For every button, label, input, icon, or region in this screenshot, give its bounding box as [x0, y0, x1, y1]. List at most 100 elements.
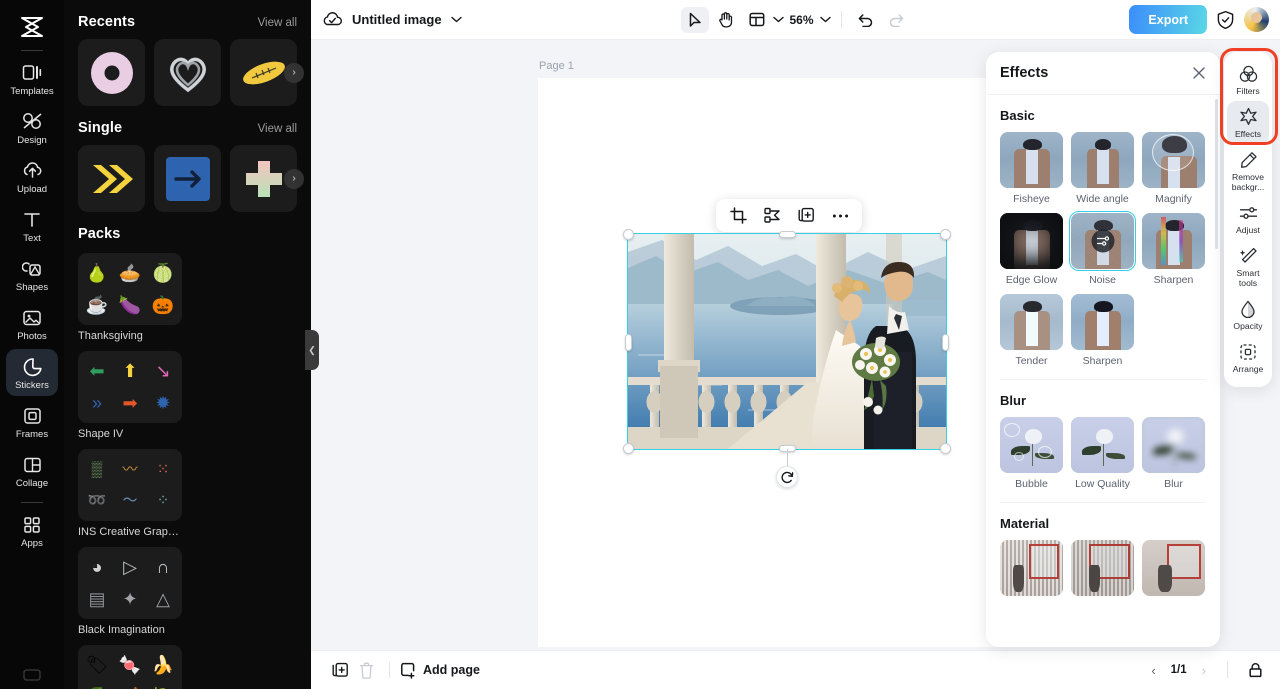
- effect-item[interactable]: Magnify: [1142, 132, 1205, 205]
- crop-button[interactable]: [723, 202, 753, 229]
- effect-item[interactable]: Sharpen: [1142, 213, 1205, 286]
- tool-filters[interactable]: Filters: [1227, 58, 1269, 101]
- pack-item[interactable]: ⬅ ⬆ ↘ » ➡ ✹ Shape IV: [78, 351, 182, 440]
- redo-button[interactable]: [883, 7, 911, 33]
- export-button[interactable]: Export: [1129, 5, 1207, 34]
- effect-item[interactable]: Sharpen: [1071, 294, 1134, 367]
- tool-remove-background[interactable]: Remove backgr...: [1227, 144, 1269, 197]
- resize-handle-left[interactable]: [625, 333, 632, 351]
- capcut-logo-icon[interactable]: [12, 10, 52, 44]
- upload-icon: [21, 160, 43, 181]
- effect-item[interactable]: Fisheye: [1000, 132, 1063, 205]
- cloud-saved-icon[interactable]: [322, 11, 343, 28]
- sidebar-item-text[interactable]: Text: [6, 202, 58, 249]
- resize-handle-top[interactable]: [779, 231, 796, 238]
- select-tool-button[interactable]: [680, 6, 709, 33]
- image-selection[interactable]: [623, 229, 951, 488]
- rail-footer-icon[interactable]: [23, 669, 41, 681]
- effect-item[interactable]: Low Quality: [1071, 417, 1134, 490]
- single-next-button[interactable]: ›: [284, 168, 304, 189]
- sticker-tile[interactable]: [78, 39, 145, 106]
- shield-icon[interactable]: [1216, 10, 1235, 30]
- effect-item[interactable]: Blur: [1142, 417, 1205, 490]
- duplicate-button[interactable]: [791, 202, 821, 229]
- effect-item[interactable]: [1000, 540, 1063, 601]
- prev-page-button[interactable]: ‹: [1149, 663, 1157, 678]
- sidebar-item-apps[interactable]: Apps: [6, 507, 58, 554]
- resize-handle-bottom[interactable]: [779, 445, 796, 452]
- resize-handle-top-left[interactable]: [623, 229, 634, 240]
- undo-button[interactable]: [852, 7, 880, 33]
- resize-handle-top-right[interactable]: [940, 229, 951, 240]
- rotate-handle[interactable]: [776, 466, 798, 488]
- pack-item[interactable]: ▒ 〰 ⁙ ➿ 〜 ⁘ INS Creative Graphics: [78, 449, 182, 538]
- effect-label: Bubble: [1015, 478, 1048, 490]
- delete-page-button[interactable]: [353, 657, 379, 683]
- tool-effects[interactable]: Effects: [1227, 101, 1269, 144]
- sidebar-item-upload[interactable]: Upload: [6, 153, 58, 200]
- resize-handle-bottom-left[interactable]: [623, 443, 634, 454]
- recents-row: ›: [78, 39, 304, 106]
- sticker-tile[interactable]: [154, 145, 221, 212]
- wedding-photo[interactable]: [627, 233, 947, 450]
- sidebar-label: Text: [23, 233, 41, 244]
- sidebar-item-photos[interactable]: Photos: [6, 300, 58, 347]
- pack-glyph: 🍆: [118, 294, 142, 315]
- effect-item[interactable]: Bubble: [1000, 417, 1063, 490]
- lock-icon[interactable]: [1247, 662, 1264, 679]
- chevron-down-icon[interactable]: [450, 16, 462, 23]
- hand-tool-button[interactable]: [711, 7, 739, 33]
- tool-adjust[interactable]: Adjust: [1227, 197, 1269, 240]
- toolbar-center-tools: 56%: [680, 6, 911, 33]
- tool-arrange[interactable]: Arrange: [1227, 336, 1269, 379]
- sliders-icon[interactable]: [1091, 229, 1114, 253]
- sidebar-item-frames[interactable]: Frames: [6, 398, 58, 445]
- pack-item[interactable]: 🏷 🍬 🍌 🍒 🍯 🍓 Supermarket: [78, 645, 182, 689]
- pack-thumbnail: ◕ ▷ ∩ ▤ ✦ △: [78, 547, 182, 619]
- duplicate-page-button[interactable]: [327, 657, 353, 683]
- effect-item-noise[interactable]: Noise: [1068, 210, 1137, 286]
- effect-item[interactable]: Wide angle: [1071, 132, 1134, 205]
- effects-panel-body[interactable]: Basic Fisheye Wide angle Magnify Edge Gl…: [986, 95, 1220, 647]
- resize-handle-bottom-right[interactable]: [940, 443, 951, 454]
- sticker-tile[interactable]: [78, 145, 145, 212]
- effects-panel: Effects Basic Fisheye Wide angle Magnify…: [986, 52, 1220, 647]
- pack-item[interactable]: ◕ ▷ ∩ ▤ ✦ △ Black Imagination: [78, 547, 182, 636]
- effects-scrollbar[interactable]: [1215, 99, 1218, 249]
- sidebar-item-shapes[interactable]: Shapes: [6, 251, 58, 298]
- left-nav-rail: Templates Design Upload Text Shapes Phot…: [0, 0, 64, 689]
- effect-item[interactable]: [1071, 540, 1134, 601]
- sidebar-item-templates[interactable]: Templates: [6, 55, 58, 102]
- tool-smart-tools[interactable]: Smart tools: [1227, 240, 1269, 293]
- add-page-button[interactable]: Add page: [400, 662, 480, 679]
- layout-tool-button[interactable]: [742, 7, 770, 33]
- cutout-button[interactable]: [757, 202, 787, 229]
- single-view-all[interactable]: View all: [258, 123, 297, 135]
- zoom-caret-icon[interactable]: [819, 16, 831, 23]
- user-avatar[interactable]: [1244, 7, 1269, 32]
- recents-view-all[interactable]: View all: [258, 17, 297, 29]
- tool-label: Opacity: [1233, 321, 1263, 331]
- sidebar-item-design[interactable]: Design: [6, 104, 58, 151]
- close-icon[interactable]: [1192, 66, 1206, 80]
- sidebar-item-collage[interactable]: Collage: [6, 447, 58, 494]
- effect-item[interactable]: [1142, 540, 1205, 601]
- resize-handle-right[interactable]: [942, 333, 949, 351]
- effects-panel-header: Effects: [986, 52, 1220, 95]
- next-page-button[interactable]: ›: [1200, 663, 1208, 678]
- panel-collapse-handle[interactable]: ❮: [305, 330, 319, 370]
- more-button[interactable]: [825, 202, 855, 229]
- effects-panel-title: Effects: [1000, 65, 1049, 81]
- layout-caret-icon[interactable]: [772, 16, 784, 23]
- recents-next-button[interactable]: ›: [284, 62, 304, 83]
- effect-item[interactable]: Tender: [1000, 294, 1063, 367]
- effect-item[interactable]: Edge Glow: [1000, 213, 1063, 286]
- document-title[interactable]: Untitled image: [352, 12, 442, 27]
- effect-thumbnail: [1000, 294, 1063, 350]
- tool-opacity[interactable]: Opacity: [1227, 293, 1269, 336]
- pack-item[interactable]: 🍐 🥧 🍈 ☕ 🍆 🎃 Thanksgiving: [78, 253, 182, 342]
- sidebar-item-stickers[interactable]: Stickers: [6, 349, 58, 396]
- sticker-tile[interactable]: [154, 39, 221, 106]
- zoom-level-value[interactable]: 56%: [786, 13, 816, 27]
- effect-label: Sharpen: [1153, 274, 1194, 286]
